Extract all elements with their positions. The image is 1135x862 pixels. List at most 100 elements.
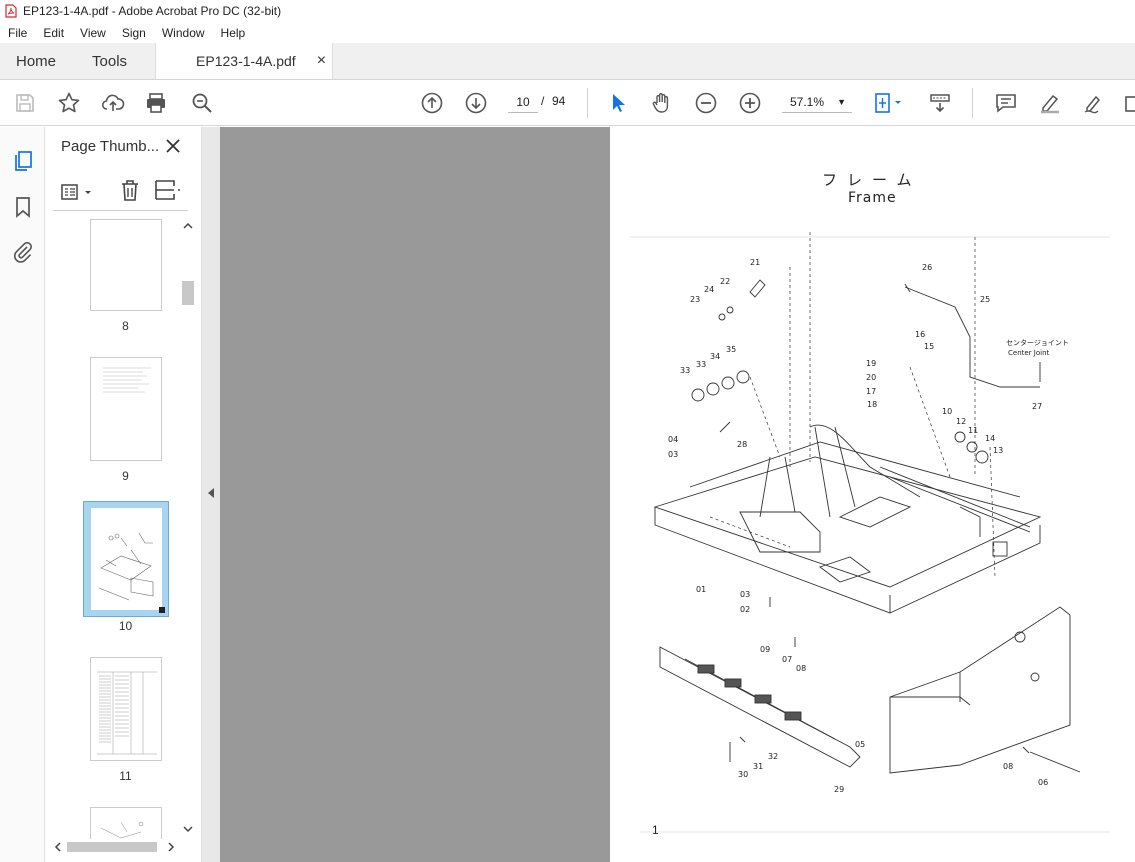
thumbnail-panel: Page Thumb... 8 9 10 11	[45, 127, 202, 862]
cloud-upload-icon[interactable]	[101, 91, 125, 115]
part-label: 34	[710, 352, 720, 361]
menu-window[interactable]: Window	[154, 26, 213, 40]
thumbnail-page[interactable]	[90, 357, 162, 461]
more-tools-icon[interactable]	[1122, 91, 1135, 115]
part-label: 04	[668, 435, 678, 444]
document-view[interactable]: フレーム Frame 01 02 03 03 04 05 06 07 08 08…	[220, 127, 1135, 862]
close-icon[interactable]	[164, 137, 182, 155]
page-number: 1	[652, 823, 659, 837]
zoom-in-icon[interactable]	[738, 91, 762, 115]
part-label: 35	[726, 345, 736, 354]
thumbnail-list: 8 9 10 11	[45, 219, 180, 839]
part-label: 18	[867, 400, 877, 409]
highlight-pen-icon[interactable]	[1038, 91, 1062, 115]
tab-tools[interactable]: Tools	[72, 43, 143, 79]
thumbnail-content-image	[103, 367, 151, 393]
bookmark-star-icon[interactable]	[57, 91, 81, 115]
hand-tool-icon[interactable]	[650, 91, 674, 115]
page-thumbnails-icon[interactable]	[11, 149, 35, 173]
select-cursor-icon[interactable]	[606, 91, 630, 115]
part-label: 02	[740, 605, 750, 614]
part-label: 17	[866, 387, 876, 396]
toolbar-divider	[972, 88, 973, 118]
bookmarks-icon[interactable]	[11, 195, 35, 219]
comment-icon[interactable]	[994, 91, 1018, 115]
thumbnail-page-selected[interactable]	[83, 501, 169, 617]
zoom-search-icon[interactable]	[190, 91, 214, 115]
menu-sign[interactable]: Sign	[114, 26, 154, 40]
sign-pen-icon[interactable]	[1082, 91, 1106, 115]
attachments-icon[interactable]	[11, 240, 35, 264]
part-label: 15	[924, 342, 934, 351]
thumbnail-label: 8	[122, 319, 129, 333]
save-icon[interactable]	[13, 91, 37, 115]
part-label: 11	[968, 426, 978, 435]
part-label: 01	[696, 585, 706, 594]
next-page-icon[interactable]	[464, 91, 488, 115]
part-label: 26	[922, 263, 932, 272]
thumbnail-options-icon[interactable]	[61, 181, 97, 203]
delete-trash-icon[interactable]	[119, 178, 141, 202]
thumbnail-page[interactable]	[90, 219, 162, 311]
menu-file[interactable]: File	[0, 26, 35, 40]
center-joint-label-en: Center Joint	[1008, 349, 1050, 357]
zoom-out-icon[interactable]	[694, 91, 718, 115]
thumbnail-horizontal-scrollbar[interactable]	[53, 839, 181, 855]
tab-close-icon[interactable]: ×	[317, 52, 326, 70]
part-label: 03	[740, 590, 750, 599]
part-label: 10	[942, 407, 952, 416]
frame-exploded-diagram: 01 02 03 03 04 05 06 07 08 08 09 10 11 1…	[630, 232, 1110, 833]
print-icon[interactable]	[144, 91, 168, 115]
tab-bar: Home Tools EP123-1-4A.pdf ×	[0, 43, 1135, 80]
menu-edit[interactable]: Edit	[35, 26, 72, 40]
page-split-icon[interactable]	[153, 178, 183, 202]
menu-bar: File Edit View Sign Window Help	[0, 22, 1135, 43]
main-toolbar: 10 / 94 57.1% ▼	[0, 80, 1135, 126]
toolbar-divider	[587, 88, 588, 118]
chevron-down-icon: ▼	[837, 97, 846, 107]
part-label: 33	[680, 366, 690, 375]
part-label: 29	[834, 785, 844, 794]
part-label: 31	[753, 762, 763, 771]
menu-view[interactable]: View	[72, 26, 114, 40]
thumbnail-vertical-scrollbar[interactable]	[181, 219, 195, 839]
scroll-mode-icon[interactable]	[928, 91, 952, 115]
part-label: 22	[720, 277, 730, 286]
panel-collapse-gutter[interactable]	[202, 127, 220, 862]
page-total: 94	[552, 94, 566, 108]
pdf-page: フレーム Frame 01 02 03 03 04 05 06 07 08 08…	[610, 127, 1135, 862]
thumbnail-page[interactable]	[90, 807, 162, 839]
zoom-level-select[interactable]: 57.1% ▼	[782, 91, 852, 113]
thumbnail-page	[91, 508, 162, 610]
tab-document[interactable]: EP123-1-4A.pdf ×	[155, 43, 334, 79]
thumbnail-resize-handle[interactable]	[159, 607, 165, 613]
part-label: 16	[915, 330, 925, 339]
center-joint-label-jp: センタージョイント	[1006, 338, 1069, 347]
panel-title: Page Thumb...	[61, 138, 160, 155]
part-label: 14	[985, 434, 995, 443]
tab-home[interactable]: Home	[0, 43, 72, 79]
panel-toolbar	[53, 175, 188, 211]
thumbnail-page[interactable]	[90, 657, 162, 761]
part-label: 08	[1003, 762, 1013, 771]
previous-page-icon[interactable]	[420, 91, 444, 115]
part-label: 32	[768, 752, 778, 761]
thumbnail-content-image	[100, 821, 144, 839]
fit-page-icon[interactable]	[872, 91, 901, 115]
part-label: 07	[782, 655, 792, 664]
part-label: 30	[738, 770, 748, 779]
part-label: 23	[690, 295, 700, 304]
part-label: 33	[696, 360, 706, 369]
collapse-arrow-icon[interactable]	[207, 487, 215, 499]
part-label: 25	[980, 295, 990, 304]
page-number-input[interactable]: 10	[508, 91, 538, 113]
part-label: 20	[866, 373, 876, 382]
part-label: 19	[866, 359, 876, 368]
part-label: 05	[855, 740, 865, 749]
left-rail	[0, 127, 45, 862]
pdf-file-icon	[5, 4, 17, 18]
menu-help[interactable]: Help	[213, 26, 254, 40]
part-label: 08	[796, 664, 806, 673]
thumbnail-content-image	[98, 532, 154, 601]
part-label: 21	[750, 258, 760, 267]
